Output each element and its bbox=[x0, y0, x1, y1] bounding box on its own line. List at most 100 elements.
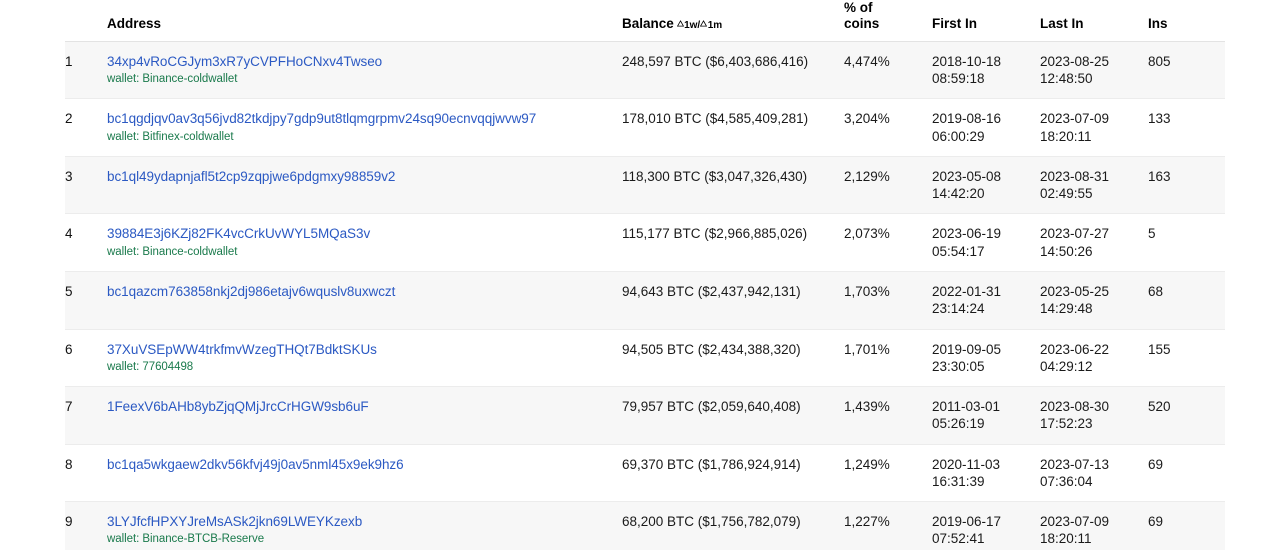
row-ins: 68 bbox=[1148, 271, 1225, 329]
row-balance: 178,010 BTC ($4,585,409,281) bbox=[622, 99, 844, 157]
table-row: 439884E3j6KZj82FK4vcCrkUvWYL5MQaS3v walle… bbox=[65, 214, 1225, 272]
row-rank: 9 bbox=[65, 502, 107, 550]
first-in-time: 05:54:17 bbox=[932, 243, 1040, 260]
row-rank: 2 bbox=[65, 99, 107, 157]
row-balance: 248,597 BTC ($6,403,686,416) bbox=[622, 41, 844, 99]
row-ins: 5 bbox=[1148, 214, 1225, 272]
row-percent-of-coins: 1,227% bbox=[844, 502, 932, 550]
column-header-percent-of-coins[interactable]: % ofcoins bbox=[844, 0, 932, 41]
address-link[interactable]: 3LYJfcfHPXYJreMsASk2jkn69LWEYKzexb bbox=[107, 513, 612, 530]
last-in-date: 2023-06-22 bbox=[1040, 341, 1148, 358]
address-link[interactable]: 37XuVSEpWW4trkfmvWzegTHQt7BdktSKUs bbox=[107, 341, 612, 358]
column-header-first-in-label: First In bbox=[932, 16, 977, 31]
first-in-time: 23:30:05 bbox=[932, 358, 1040, 375]
row-address-cell: 34xp4vRoCGJym3xR7yCVPFHoCNxv4Twseowallet… bbox=[107, 41, 622, 99]
address-link[interactable]: 39884E3j6KZj82FK4vcCrkUvWYL5MQaS3v bbox=[107, 225, 612, 242]
last-in-date: 2023-07-13 bbox=[1040, 456, 1148, 473]
first-in-time: 08:59:18 bbox=[932, 70, 1040, 87]
first-in-time: 06:00:29 bbox=[932, 128, 1040, 145]
row-address-cell: bc1qazcm763858nkj2dj986etajv6wquslv8uxwc… bbox=[107, 271, 622, 329]
row-balance: 118,300 BTC ($3,047,326,430) bbox=[622, 156, 844, 214]
address-link[interactable]: 1FeexV6bAHb8ybZjqQMjJrcCrHGW9sb6uF bbox=[107, 398, 612, 415]
row-address-cell: bc1ql49ydapnjafl5t2cp9zqpjwe6pdgmxy98859… bbox=[107, 156, 622, 214]
first-in-time: 14:42:20 bbox=[932, 185, 1040, 202]
last-in-time: 12:48:50 bbox=[1040, 70, 1148, 87]
row-first-in: 2020-11-0316:31:39 bbox=[932, 444, 1040, 502]
row-address-cell: bc1qgdjqv0av3q56jvd82tkdjpy7gdp9ut8tlqmg… bbox=[107, 99, 622, 157]
column-header-first-in[interactable]: First In bbox=[932, 0, 1040, 41]
wallet-label: wallet: Bitfinex-coldwallet bbox=[107, 130, 612, 145]
last-in-time: 02:49:55 bbox=[1040, 185, 1148, 202]
row-rank: 1 bbox=[65, 41, 107, 99]
row-balance: 79,957 BTC ($2,059,640,408) bbox=[622, 387, 844, 445]
row-percent-of-coins: 2,073% bbox=[844, 214, 932, 272]
first-in-time: 23:14:24 bbox=[932, 300, 1040, 317]
row-first-in: 2011-03-0105:26:19 bbox=[932, 387, 1040, 445]
first-in-date: 2023-06-19 bbox=[932, 225, 1040, 242]
wallet-label: wallet: Binance-coldwallet bbox=[107, 245, 612, 260]
row-address-cell: 1FeexV6bAHb8ybZjqQMjJrcCrHGW9sb6uF bbox=[107, 387, 622, 445]
column-header-rank bbox=[65, 0, 107, 41]
first-in-date: 2022-01-31 bbox=[932, 283, 1040, 300]
row-rank: 8 bbox=[65, 444, 107, 502]
column-header-last-in-label: Last In bbox=[1040, 16, 1084, 31]
last-in-time: 14:29:48 bbox=[1040, 300, 1148, 317]
address-link[interactable]: bc1qgdjqv0av3q56jvd82tkdjpy7gdp9ut8tlqmg… bbox=[107, 110, 612, 127]
last-in-time: 04:29:12 bbox=[1040, 358, 1148, 375]
column-header-address-label: Address bbox=[107, 16, 161, 31]
column-header-ins[interactable]: Ins bbox=[1148, 0, 1225, 41]
row-rank: 3 bbox=[65, 156, 107, 214]
row-rank: 6 bbox=[65, 329, 107, 387]
row-rank: 4 bbox=[65, 214, 107, 272]
first-in-date: 2019-06-17 bbox=[932, 513, 1040, 530]
percent-header-line1: % of bbox=[844, 0, 873, 15]
balance-delta-1m: 1m bbox=[708, 20, 722, 31]
row-last-in: 2023-05-2514:29:48 bbox=[1040, 271, 1148, 329]
row-address-cell: 37XuVSEpWW4trkfmvWzegTHQt7BdktSKUswallet… bbox=[107, 329, 622, 387]
row-percent-of-coins: 1,439% bbox=[844, 387, 932, 445]
column-header-balance[interactable]: Balance 1w/1m bbox=[622, 0, 844, 41]
address-link[interactable]: bc1ql49ydapnjafl5t2cp9zqpjwe6pdgmxy98859… bbox=[107, 168, 612, 185]
table-header: Address Balance 1w/1m % ofcoins First In… bbox=[65, 0, 1225, 41]
last-in-date: 2023-07-09 bbox=[1040, 513, 1148, 530]
last-in-date: 2023-07-09 bbox=[1040, 110, 1148, 127]
table-row: 2bc1qgdjqv0av3q56jvd82tkdjpy7gdp9ut8tlqm… bbox=[65, 99, 1225, 157]
last-in-date: 2023-07-27 bbox=[1040, 225, 1148, 242]
row-last-in: 2023-08-3102:49:55 bbox=[1040, 156, 1148, 214]
triangle-up-icon bbox=[677, 19, 684, 31]
last-in-time: 18:20:11 bbox=[1040, 530, 1148, 547]
row-first-in: 2019-06-1707:52:41 bbox=[932, 502, 1040, 550]
header-row: Address Balance 1w/1m % ofcoins First In… bbox=[65, 0, 1225, 41]
row-ins: 163 bbox=[1148, 156, 1225, 214]
column-header-address[interactable]: Address bbox=[107, 0, 622, 41]
address-link[interactable]: 34xp4vRoCGJym3xR7yCVPFHoCNxv4Twseo bbox=[107, 53, 612, 70]
row-first-in: 2023-05-0814:42:20 bbox=[932, 156, 1040, 214]
row-last-in: 2023-07-0918:20:11 bbox=[1040, 99, 1148, 157]
row-balance: 68,200 BTC ($1,756,782,079) bbox=[622, 502, 844, 550]
row-last-in: 2023-07-0918:20:11 bbox=[1040, 502, 1148, 550]
last-in-time: 14:50:26 bbox=[1040, 243, 1148, 260]
first-in-date: 2019-08-16 bbox=[932, 110, 1040, 127]
table-row: 3bc1ql49ydapnjafl5t2cp9zqpjwe6pdgmxy9885… bbox=[65, 156, 1225, 214]
first-in-date: 2011-03-01 bbox=[932, 398, 1040, 415]
first-in-date: 2019-09-05 bbox=[932, 341, 1040, 358]
row-ins: 805 bbox=[1148, 41, 1225, 99]
last-in-date: 2023-08-25 bbox=[1040, 53, 1148, 70]
row-last-in: 2023-08-2512:48:50 bbox=[1040, 41, 1148, 99]
row-address-cell: 3LYJfcfHPXYJreMsASk2jkn69LWEYKzexbwallet… bbox=[107, 502, 622, 550]
row-percent-of-coins: 1,703% bbox=[844, 271, 932, 329]
percent-header-line2: coins bbox=[844, 16, 879, 31]
row-ins: 133 bbox=[1148, 99, 1225, 157]
row-balance: 115,177 BTC ($2,966,885,026) bbox=[622, 214, 844, 272]
row-percent-of-coins: 3,204% bbox=[844, 99, 932, 157]
row-balance: 94,643 BTC ($2,437,942,131) bbox=[622, 271, 844, 329]
column-header-last-in[interactable]: Last In bbox=[1040, 0, 1148, 41]
row-first-in: 2022-01-3123:14:24 bbox=[932, 271, 1040, 329]
triangle-up-icon-2 bbox=[700, 19, 707, 31]
last-in-date: 2023-05-25 bbox=[1040, 283, 1148, 300]
address-link[interactable]: bc1qazcm763858nkj2dj986etajv6wquslv8uxwc… bbox=[107, 283, 612, 300]
first-in-date: 2018-10-18 bbox=[932, 53, 1040, 70]
row-address-cell: bc1qa5wkgaew2dkv56kfvj49j0av5nml45x9ek9h… bbox=[107, 444, 622, 502]
address-link[interactable]: bc1qa5wkgaew2dkv56kfvj49j0av5nml45x9ek9h… bbox=[107, 456, 612, 473]
row-percent-of-coins: 2,129% bbox=[844, 156, 932, 214]
